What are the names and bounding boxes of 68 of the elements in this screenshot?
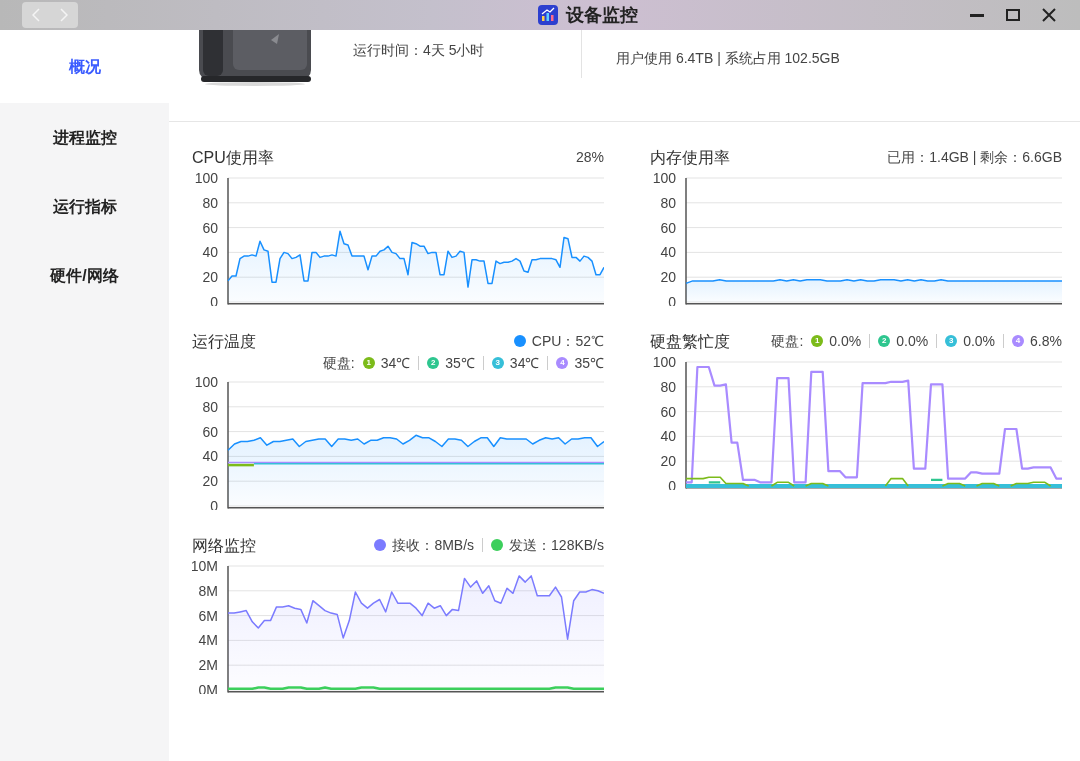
axis-tick-label: 2M bbox=[198, 657, 218, 674]
axis-tick-label: 8M bbox=[198, 582, 218, 599]
axis-tick-label: 60 bbox=[202, 423, 218, 440]
axis-tick-label: 20 bbox=[660, 453, 676, 470]
axis-tick-label: 20 bbox=[202, 269, 218, 286]
close-icon bbox=[1042, 8, 1056, 22]
legend-text: CPU：52℃ bbox=[531, 331, 604, 351]
legend-text: 0.0% bbox=[896, 331, 929, 351]
legend-text: 35℃ bbox=[574, 353, 604, 373]
panel-title: 网络监控 bbox=[192, 536, 256, 556]
axis-tick-label: 100 bbox=[194, 374, 218, 390]
storage-usage-text: 用户使用 6.4TB | 系统占用 102.5GB bbox=[616, 50, 840, 66]
legend-number-badge: 4 bbox=[556, 357, 569, 369]
axis-tick-label: 4M bbox=[198, 632, 218, 649]
window-title: 设备监控 bbox=[566, 3, 638, 27]
uptime-text: 运行时间：4天 5小时 bbox=[353, 42, 485, 58]
legend-text: 硬盘: bbox=[771, 331, 804, 351]
legend-number-badge: 3 bbox=[945, 335, 958, 347]
axis-tick-label: 40 bbox=[202, 448, 218, 465]
panel-title: 硬盘繁忙度 bbox=[650, 332, 730, 352]
legend-number-badge: 1 bbox=[362, 357, 375, 369]
axis-tick-label: 80 bbox=[202, 398, 218, 415]
legend-text: 接收：8MB/s bbox=[392, 535, 475, 555]
axis-tick-label: 80 bbox=[660, 378, 676, 395]
legend-text: 0.0% bbox=[829, 331, 862, 351]
legend-text: 34℃ bbox=[380, 353, 411, 373]
axis-tick-label: 80 bbox=[660, 194, 676, 211]
axis-tick-label: 40 bbox=[660, 428, 676, 445]
sidebar-item[interactable]: 硬件/网络 bbox=[0, 241, 169, 310]
axis-tick-label: 100 bbox=[652, 170, 676, 186]
axis-tick-label: 100 bbox=[652, 354, 676, 370]
legend-number-badge: 1 bbox=[811, 335, 824, 347]
legend-number-badge: 2 bbox=[427, 357, 440, 369]
legend-text: 0.0% bbox=[963, 331, 996, 351]
legend-number-badge: 3 bbox=[491, 357, 504, 369]
axis-tick-label: 60 bbox=[202, 219, 218, 236]
legend-text: 28% bbox=[575, 147, 604, 167]
minimize-icon bbox=[970, 13, 984, 17]
legend-number-badge: 2 bbox=[878, 335, 891, 347]
chart-app-icon bbox=[538, 5, 558, 25]
panel-title: 运行温度 bbox=[192, 332, 256, 352]
close-button[interactable] bbox=[1040, 6, 1058, 24]
axis-tick-label: 20 bbox=[202, 473, 218, 490]
legend-text: 硬盘: bbox=[322, 353, 355, 373]
axis-tick-label: 100 bbox=[194, 170, 218, 186]
sidebar-item[interactable]: 运行指标 bbox=[0, 172, 169, 241]
panel-title: CPU使用率 bbox=[192, 148, 274, 168]
legend-number-badge: 4 bbox=[1012, 335, 1025, 347]
axis-tick-label: 40 bbox=[660, 244, 676, 261]
maximize-icon bbox=[1006, 9, 1020, 21]
axis-tick-label: 60 bbox=[660, 219, 676, 236]
axis-tick-label: 6M bbox=[198, 607, 218, 624]
chevron-right-icon bbox=[60, 8, 68, 22]
legend-text: 35℃ bbox=[445, 353, 475, 373]
axis-tick-label: 10M bbox=[192, 558, 218, 574]
sidebar-item[interactable]: 概况 bbox=[0, 30, 169, 103]
legend-text: 发送：128KB/s bbox=[509, 535, 604, 555]
legend-text: 6.8% bbox=[1030, 331, 1062, 351]
chevron-left-icon bbox=[32, 8, 40, 22]
panel-title: 内存使用率 bbox=[650, 148, 730, 168]
legend-text: 已用：1.4GB | 剩余：6.6GB bbox=[887, 147, 1062, 167]
axis-tick-label: 40 bbox=[202, 244, 218, 261]
maximize-button[interactable] bbox=[1004, 6, 1022, 24]
axis-tick-label: 80 bbox=[202, 194, 218, 211]
sidebar-item[interactable]: 进程监控 bbox=[0, 103, 169, 172]
axis-tick-label: 20 bbox=[660, 269, 676, 286]
axis-tick-label: 60 bbox=[660, 403, 676, 420]
legend-text: 34℃ bbox=[509, 353, 540, 373]
